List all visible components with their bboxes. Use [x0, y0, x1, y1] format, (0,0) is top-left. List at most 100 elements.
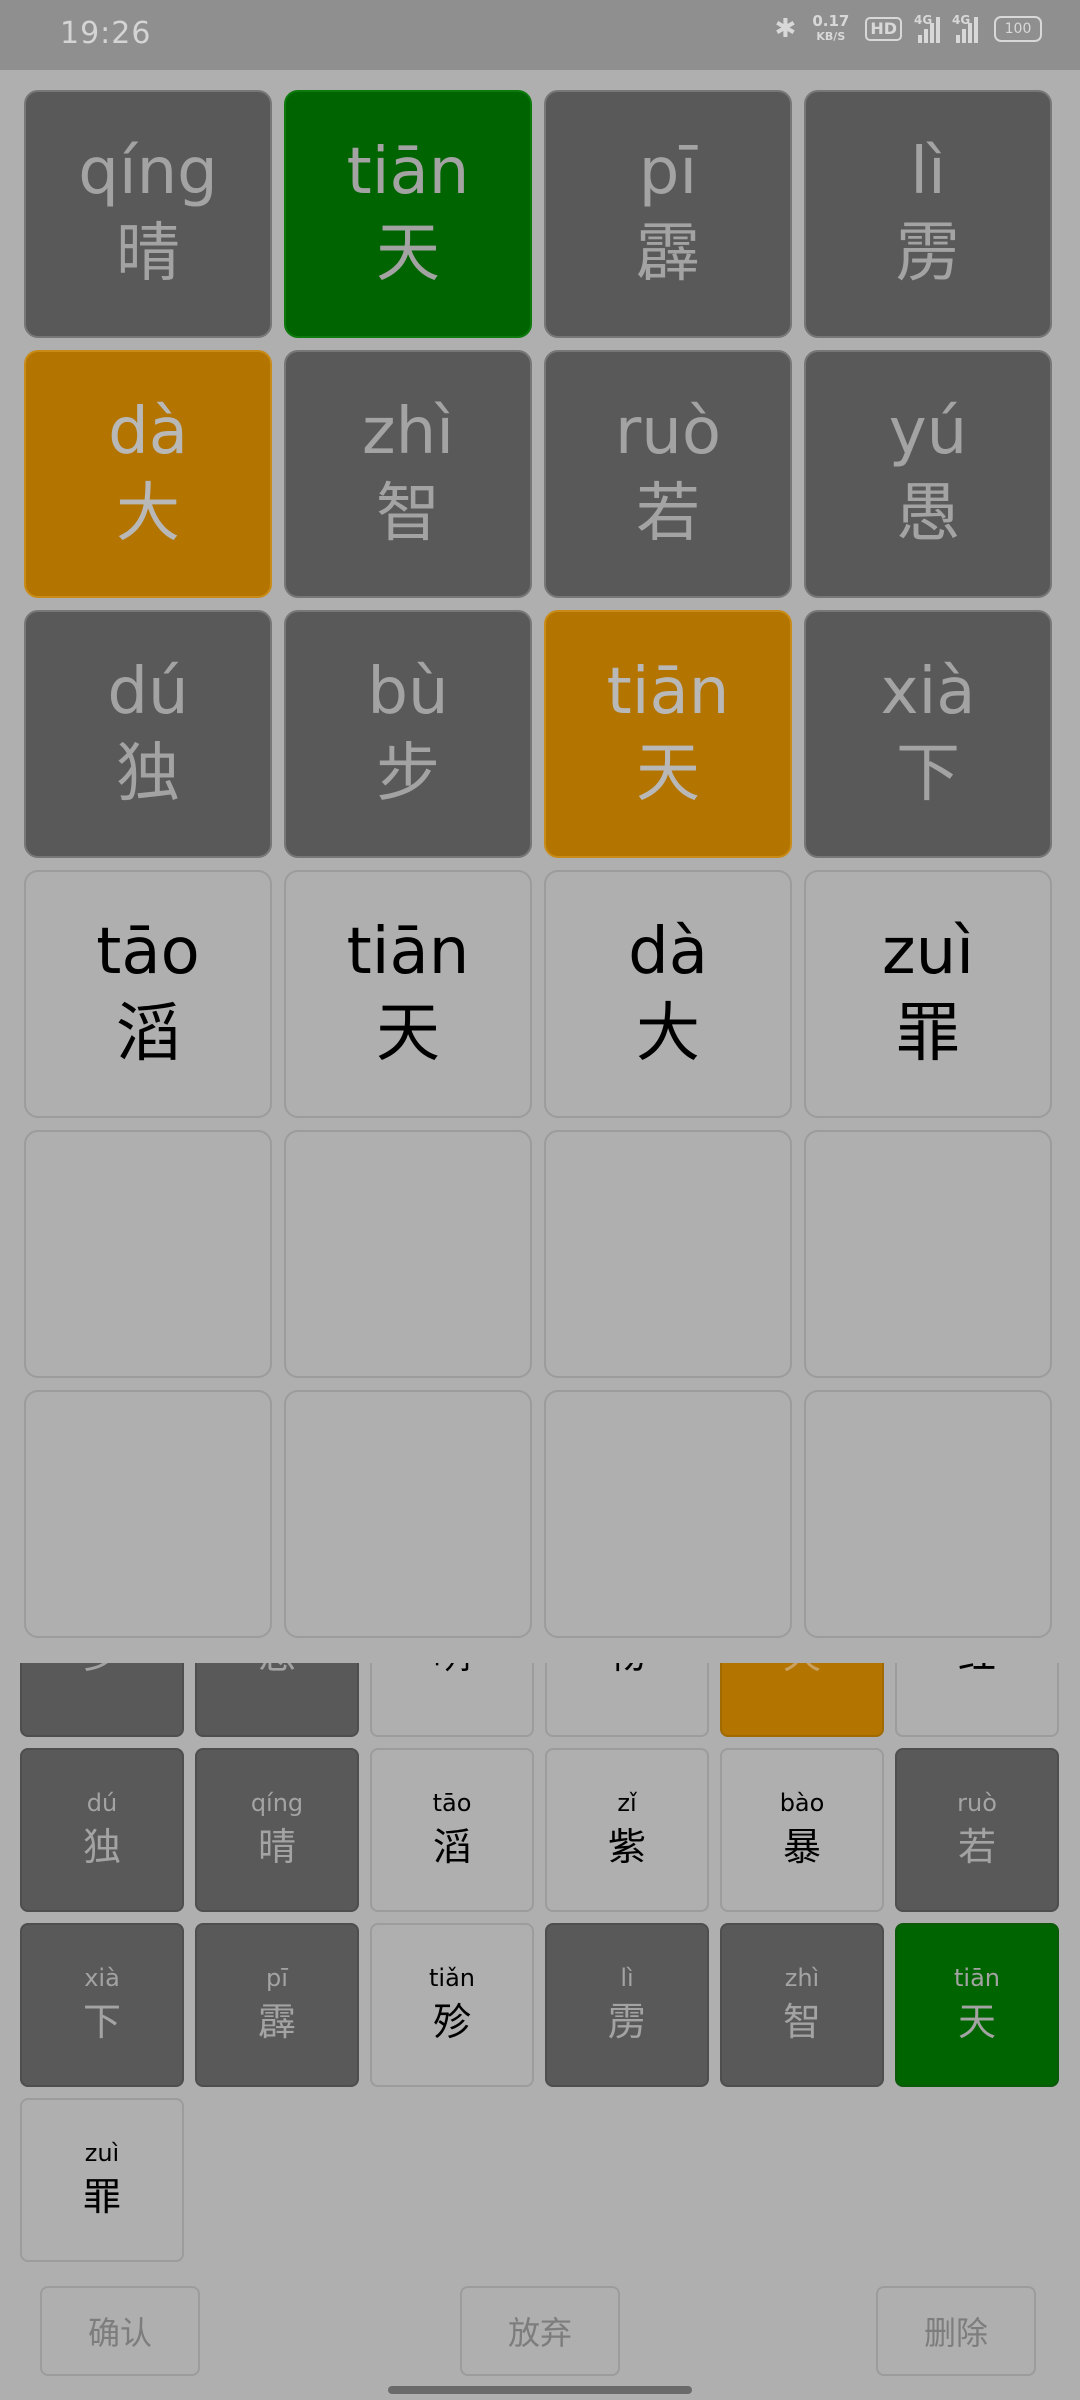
tile-character: 步 — [376, 737, 440, 811]
empty-tile — [544, 1390, 792, 1638]
tile-pinyin: lì — [910, 135, 946, 209]
signal-icon-sim1: 4G — [914, 13, 940, 43]
char-key[interactable]: 步 — [20, 1663, 184, 1737]
network-speed-value: 0.17 — [812, 12, 850, 30]
tile-pinyin: ruò — [614, 395, 722, 469]
char-key[interactable]: lì 雳 — [545, 1923, 709, 2087]
board-tile: tāo 滔 — [24, 870, 272, 1118]
tile-character: 若 — [636, 477, 700, 551]
key-pinyin: bào — [779, 1789, 825, 1817]
char-key[interactable]: zuì 罪 — [20, 2098, 184, 2262]
char-key[interactable]: 物 — [545, 1663, 709, 1737]
board-tile: ruò 若 — [544, 350, 792, 598]
key-pinyin: zhì — [784, 1964, 820, 1992]
tile-character: 大 — [636, 997, 700, 1071]
board-tile: zhì 智 — [284, 350, 532, 598]
key-pinyin: dú — [86, 1789, 118, 1817]
board-tile: pī 霹 — [544, 90, 792, 338]
tile-character: 愚 — [896, 477, 960, 551]
tile-character: 霹 — [636, 217, 700, 291]
tile-character: 独 — [116, 737, 180, 811]
empty-tile — [24, 1130, 272, 1378]
char-key[interactable]: 咧 — [370, 1663, 534, 1737]
key-character: 若 — [957, 1825, 996, 1869]
key-pinyin: xià — [84, 1964, 120, 1992]
battery-icon: 100 — [994, 16, 1042, 42]
char-key[interactable]: tiān 天 — [895, 1923, 1059, 2087]
tile-pinyin: tāo — [96, 915, 200, 989]
tile-pinyin: tiān — [346, 135, 470, 209]
empty-tile — [284, 1390, 532, 1638]
status-icons: ✱ 0.17 KB/S HD 4G 4G 100 — [774, 13, 1042, 44]
key-pinyin: tiǎn — [429, 1964, 475, 1992]
key-pinyin: qíng — [250, 1789, 304, 1817]
key-character: 霹 — [257, 2000, 296, 2044]
bluetooth-icon: ✱ — [774, 14, 797, 44]
tile-character: 智 — [376, 477, 440, 551]
give-up-button[interactable]: 放弃 — [460, 2286, 620, 2376]
network-speed-unit: KB/S — [816, 30, 846, 43]
tile-pinyin: xià — [880, 655, 976, 729]
key-pinyin: zǐ — [617, 1789, 637, 1817]
signal-icon-sim2: 4G — [952, 13, 978, 43]
delete-button[interactable]: 删除 — [876, 2286, 1036, 2376]
tile-character: 天 — [376, 217, 440, 291]
tile-pinyin: pī — [638, 135, 698, 209]
tile-pinyin: tiān — [606, 655, 730, 729]
key-character: 愚 — [258, 1663, 296, 1682]
tile-character: 雳 — [896, 217, 960, 291]
board-tile: yú 愚 — [804, 350, 1052, 598]
key-character: 雳 — [607, 2000, 646, 2044]
key-character: 天 — [957, 2000, 996, 2044]
board-tile: zuì 罪 — [804, 870, 1052, 1118]
board-tile: dà 大 — [24, 350, 272, 598]
status-bar: 19:26 ✱ 0.17 KB/S HD 4G 4G 100 — [0, 0, 1080, 70]
guess-board: qíng 晴 tiān 天 pī 霹 lì 雳 dà 大 zhì 智 ruò 若 yú 愚 dú 独 bù 步 tiān… — [24, 90, 1056, 1638]
empty-tile — [284, 1130, 532, 1378]
key-pinyin: tiān — [954, 1964, 1000, 1992]
board-tile: qíng 晴 — [24, 90, 272, 338]
board-tile: tiān 天 — [284, 90, 532, 338]
char-key[interactable]: zhì 智 — [720, 1923, 884, 2087]
board-tile: dà 大 — [544, 870, 792, 1118]
key-character: 智 — [782, 2000, 821, 2044]
home-indicator[interactable] — [388, 2386, 692, 2394]
tile-pinyin: dà — [628, 915, 708, 989]
char-key[interactable]: tiǎn 殄 — [370, 1923, 534, 2087]
char-key[interactable]: zǐ 紫 — [545, 1748, 709, 1912]
key-character: 滔 — [432, 1825, 471, 1869]
tile-pinyin: dà — [108, 395, 188, 469]
hd-badge: HD — [865, 17, 902, 41]
char-key[interactable]: xià 下 — [20, 1923, 184, 2087]
tile-character: 天 — [636, 737, 700, 811]
empty-tile — [544, 1130, 792, 1378]
char-key[interactable]: 天 — [720, 1663, 884, 1737]
network-speed: 0.17 KB/S — [812, 14, 849, 44]
tile-pinyin: zuì — [882, 915, 974, 989]
char-key[interactable]: qíng 晴 — [195, 1748, 359, 1912]
char-key[interactable]: tāo 滔 — [370, 1748, 534, 1912]
tile-character: 晴 — [116, 217, 180, 291]
char-key[interactable]: bào 暴 — [720, 1748, 884, 1912]
key-character: 红 — [958, 1663, 996, 1682]
key-character: 咧 — [433, 1663, 471, 1682]
empty-tile — [804, 1390, 1052, 1638]
board-tile: tiān 天 — [544, 610, 792, 858]
board-tile: xià 下 — [804, 610, 1052, 858]
sim1-label: 4G — [914, 13, 933, 27]
key-pinyin: lì — [620, 1964, 634, 1992]
board-tile: lì 雳 — [804, 90, 1052, 338]
confirm-button[interactable]: 确认 — [40, 2286, 200, 2376]
sim2-label: 4G — [952, 13, 971, 27]
char-key[interactable]: pī 霹 — [195, 1923, 359, 2087]
tile-pinyin: yú — [888, 395, 968, 469]
char-key[interactable]: dú 独 — [20, 1748, 184, 1912]
tile-character: 天 — [376, 997, 440, 1071]
key-character: 下 — [82, 2000, 121, 2044]
key-character: 晴 — [257, 1825, 296, 1869]
char-key[interactable]: 愚 — [195, 1663, 359, 1737]
tile-pinyin: bù — [367, 655, 449, 729]
tile-pinyin: qíng — [78, 135, 218, 209]
char-key[interactable]: ruò 若 — [895, 1748, 1059, 1912]
char-key[interactable]: 红 — [895, 1663, 1059, 1737]
